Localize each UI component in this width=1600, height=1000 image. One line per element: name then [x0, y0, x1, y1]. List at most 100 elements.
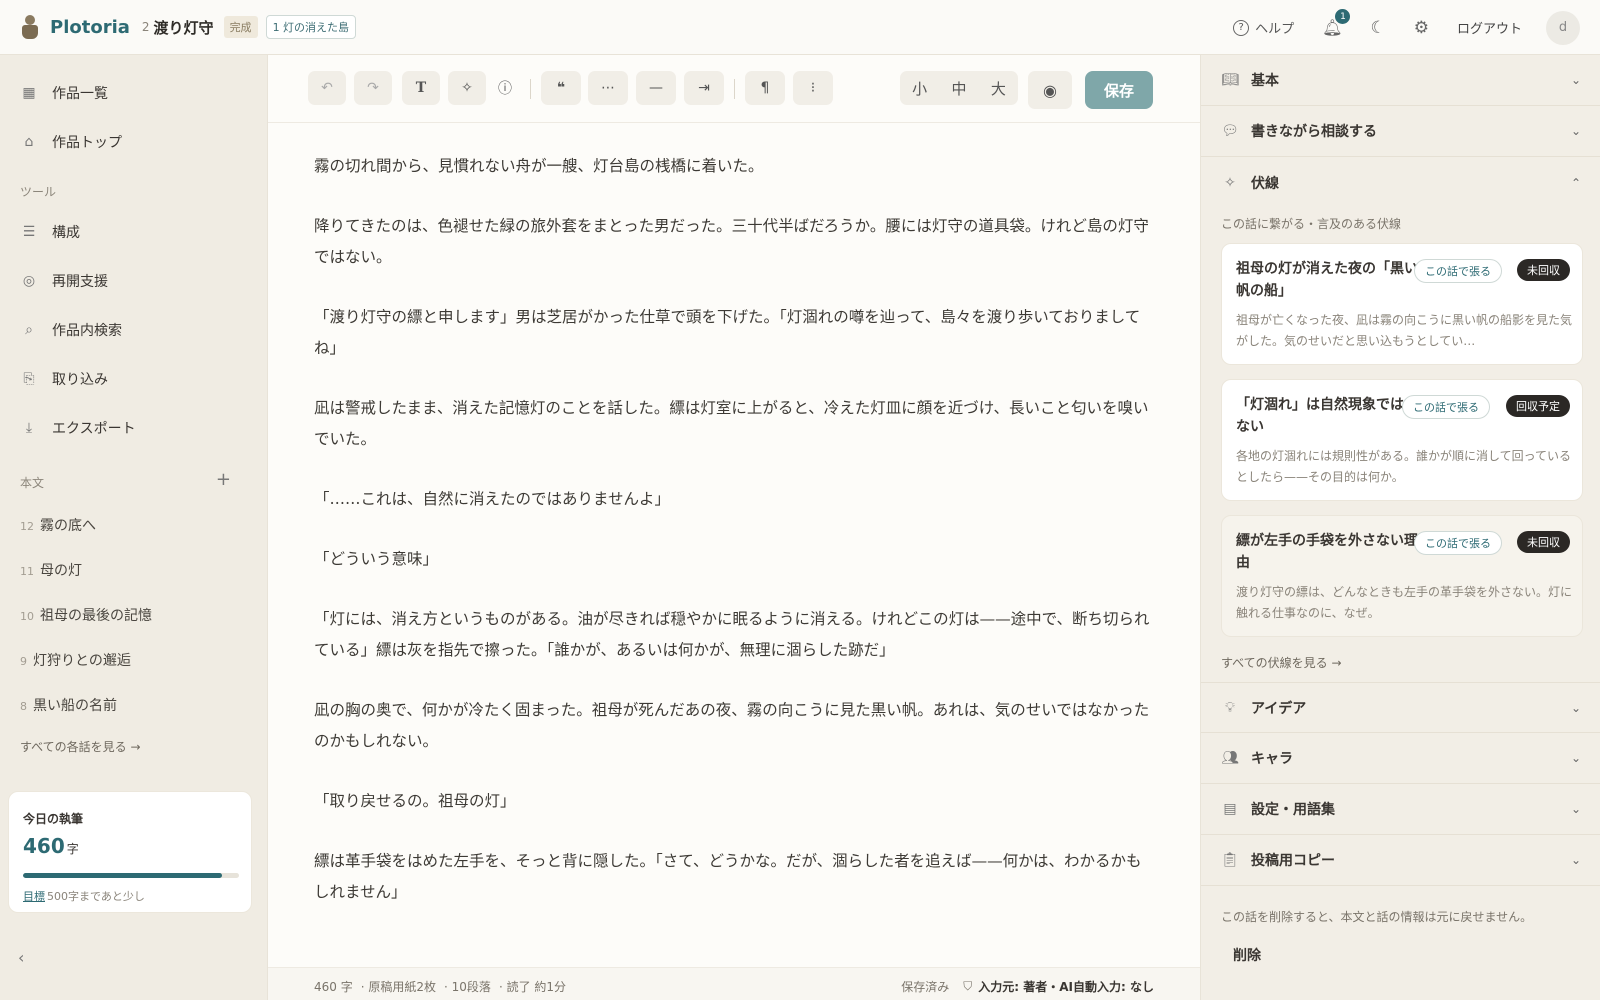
chat-icon: 💬︎: [1221, 123, 1239, 139]
episode-pill[interactable]: 1 灯の消えた島: [265, 15, 357, 39]
redo-icon[interactable]: ↷: [354, 71, 392, 105]
input-source: 入力元: 著者・AI自動入力: なし: [978, 980, 1154, 994]
font-size-large[interactable]: 大: [991, 78, 1006, 99]
foreshadow-desc: 渡り灯守の縹は、どんなときも左手の革手袋を外さない。灯に触れる仕事なのに、なぜ。: [1236, 585, 1573, 620]
notification-count-badge: 1: [1335, 9, 1351, 24]
paragraph: 降りてきたのは、色褪せた緑の旅外套をまとった男だった。三十代半ばだろうか。腰には…: [314, 217, 1149, 266]
episode-list-item[interactable]: 10 祖母の最後の記憶: [20, 605, 152, 625]
foreshadow-desc: 祖母が亡くなった夜、凪は霧の向こうに黒い帆の船影を見た気がした。気のせいだと思い…: [1236, 313, 1573, 348]
sidebar-item-label: 構成: [52, 225, 80, 241]
sidebar-item-search[interactable]: ⌕ 作品内検索: [20, 320, 122, 340]
ruby-icon[interactable]: ⁝: [793, 71, 833, 105]
today-writing-card: 今日の執筆 460 字 目標 500字まであと少し: [8, 791, 252, 913]
text-style-icon[interactable]: T: [402, 71, 440, 105]
add-episode-button[interactable]: +: [216, 469, 231, 490]
chevron-down-icon: ⌄: [1570, 751, 1581, 765]
episode-list-item[interactable]: 9 灯狩りとの邂逅: [20, 650, 131, 670]
editor-pane: ↶ ↷ T ✧ ⓘ ❝ ⋯ — ⇥ ¶ ⁝ 小 中 大 ◉ 保存 霧の切れ間から…: [268, 55, 1200, 1000]
dark-mode-icon[interactable]: ☾: [1370, 18, 1385, 38]
delete-button[interactable]: 削除: [1233, 945, 1261, 965]
gear-icon[interactable]: ⚙: [1414, 18, 1429, 38]
sidebar-item-export[interactable]: ⤓ エクスポート: [20, 418, 136, 438]
sidebar-item-label: 作品一覧: [52, 86, 108, 102]
search-icon: ⌕: [25, 322, 33, 338]
chevron-down-icon: ⌄: [1570, 700, 1581, 715]
save-button[interactable]: 保存: [1085, 71, 1153, 109]
sidebar-item-structure[interactable]: ☰ 構成: [20, 222, 80, 242]
plant-here-button[interactable]: この話で張る: [1414, 531, 1502, 555]
foreshadow-card[interactable]: 縹が左手の手袋を外さない理由 この話で張る 未回収 渡り灯守の縹は、どんなときも…: [1221, 515, 1583, 637]
indent-icon[interactable]: ⇥: [684, 71, 724, 105]
foreshadow-card[interactable]: 祖母の灯が消えた夜の「黒い帆の船」 この話で張る 未回収 祖母が亡くなった夜、凪…: [1221, 243, 1583, 365]
bulb-icon: 💡︎: [1225, 699, 1235, 716]
section-foreshadowing[interactable]: ✧ 伏線 ⌃: [1201, 157, 1600, 208]
paragraph: 「灯には、消え方というものがある。油が尽きれば穏やかに眠るように消える。けれどこ…: [314, 610, 1150, 659]
plant-here-button[interactable]: この話で張る: [1402, 395, 1490, 419]
home-icon: ⌂: [24, 134, 34, 150]
episode-list-item[interactable]: 8 黒い船の名前: [20, 695, 117, 715]
sidebar-item-resume-support[interactable]: ◎ 再開支援: [20, 271, 108, 291]
episode-list-item[interactable]: 11 母の灯: [20, 560, 82, 580]
goal-link[interactable]: 目標: [23, 890, 45, 903]
today-label: 今日の執筆: [23, 812, 84, 826]
foreshadow-desc: 各地の灯涸れには規則性がある。誰かが順に消して回っているとしたら——その目的は何…: [1236, 449, 1572, 484]
plant-here-button[interactable]: この話で張る: [1414, 259, 1502, 283]
work-title[interactable]: 渡り灯守: [154, 17, 214, 38]
notification-button[interactable]: 🔔︎ 1: [1322, 9, 1351, 37]
logout-button[interactable]: ログアウト: [1457, 18, 1522, 37]
lifebuoy-icon: ◎: [22, 273, 36, 289]
foreshadow-card[interactable]: 「灯涸れ」は自然現象ではない この話で張る 回収予定 各地の灯涸れには規則性があ…: [1221, 379, 1583, 501]
sidebar-item-work-top[interactable]: ⌂ 作品トップ: [20, 132, 122, 152]
paragraph: 凪の胸の奥で、何かが冷たく固まった。祖母が死んだあの夜、霧の向こうに見た黒い帆。…: [314, 701, 1150, 750]
delete-note: この話を削除すると、本文と話の情報は元に戻せません。: [1221, 910, 1533, 924]
sidebar-item-label: 作品内検索: [52, 323, 122, 339]
font-size-small[interactable]: 小: [912, 78, 927, 99]
info-icon[interactable]: ⓘ: [490, 71, 520, 105]
sparkle-icon: ✧: [1224, 174, 1236, 191]
sparkle-icon[interactable]: ✧: [448, 71, 486, 105]
section-settings-glossary[interactable]: ▤ 設定・用語集 ⌄: [1201, 784, 1600, 835]
chevron-down-icon: ⌄: [1570, 853, 1581, 867]
paragraph: 縹は革手袋をはめた左手を、そっと背に隠した。「さて、どうかな。だが、涸らした者を…: [314, 852, 1142, 901]
manuscript-pages: 原稿用紙2枚: [368, 980, 437, 994]
episode-number: 2: [141, 20, 150, 34]
foreshadow-status-badge: 未回収: [1517, 259, 1570, 281]
all-episodes-link[interactable]: すべての各話を見る →: [20, 738, 141, 755]
book-icon: 📖︎: [1221, 72, 1239, 88]
font-size-medium[interactable]: 中: [951, 78, 966, 99]
ellipsis-icon[interactable]: ⋯: [588, 71, 628, 105]
section-posting-copy[interactable]: 📋︎ 投稿用コピー ⌄: [1201, 835, 1600, 886]
section-characters[interactable]: 👥︎ キャラ ⌄: [1201, 733, 1600, 784]
paragraph: 霧の切れ間から、見慣れない舟が一艘、灯台島の桟橋に着いた。: [314, 157, 764, 175]
manuscript-text[interactable]: 霧の切れ間から、見慣れない舟が一艘、灯台島の桟橋に着いた。 降りてきたのは、色褪…: [314, 151, 1154, 937]
paragraph: 「どういう意味」: [314, 550, 439, 568]
sidebar-item-import[interactable]: ⎘ 取り込み: [20, 369, 108, 389]
undo-icon[interactable]: ↶: [308, 71, 346, 105]
preview-eye-icon[interactable]: ◉: [1028, 71, 1072, 109]
shield-icon: ⛉: [963, 979, 973, 993]
dash-icon[interactable]: —: [636, 71, 676, 105]
today-goal: 目標 500字まであと少し: [23, 890, 145, 903]
collapse-sidebar-icon[interactable]: ‹: [18, 948, 24, 967]
paragraph: 凪は警戒したまま、消えた記憶灯のことを話した。縹は灯室に上がると、冷えた灯皿に顔…: [314, 399, 1149, 448]
notebook-icon: ▤: [1223, 801, 1237, 817]
app-name[interactable]: Plotoria: [50, 17, 130, 38]
paragraph: 「……これは、自然に消えたのではありませんよ」: [314, 490, 671, 508]
today-progress-bar: [23, 873, 239, 878]
foreshadow-title: 縹が左手の手袋を外さない理由: [1236, 533, 1418, 571]
section-ideas[interactable]: 💡︎ アイデア ⌄: [1201, 682, 1600, 733]
foreshadow-title: 祖母の灯が消えた夜の「黒い帆の船」: [1236, 261, 1418, 299]
avatar[interactable]: d: [1546, 10, 1580, 45]
pilcrow-icon[interactable]: ¶: [745, 71, 785, 105]
section-basic[interactable]: 📖︎ 基本 ⌄: [1201, 55, 1600, 106]
foreshadow-status-badge: 未回収: [1517, 531, 1570, 553]
episode-list-item[interactable]: 12 霧の底へ: [20, 515, 96, 535]
quote-icon[interactable]: ❝: [541, 71, 581, 105]
read-time: 読了 約1分: [506, 980, 567, 994]
sidebar-item-works[interactable]: ▦ 作品一覧: [20, 83, 108, 103]
chevron-down-icon: ⌄: [1570, 73, 1581, 87]
all-foreshadows-link[interactable]: すべての伏線を見る →: [1221, 654, 1342, 671]
help-button[interactable]: ? ヘルプ: [1233, 18, 1294, 37]
today-progress-fill: [23, 873, 222, 878]
section-consult[interactable]: 💬︎ 書きながら相談する ⌄: [1201, 106, 1600, 157]
